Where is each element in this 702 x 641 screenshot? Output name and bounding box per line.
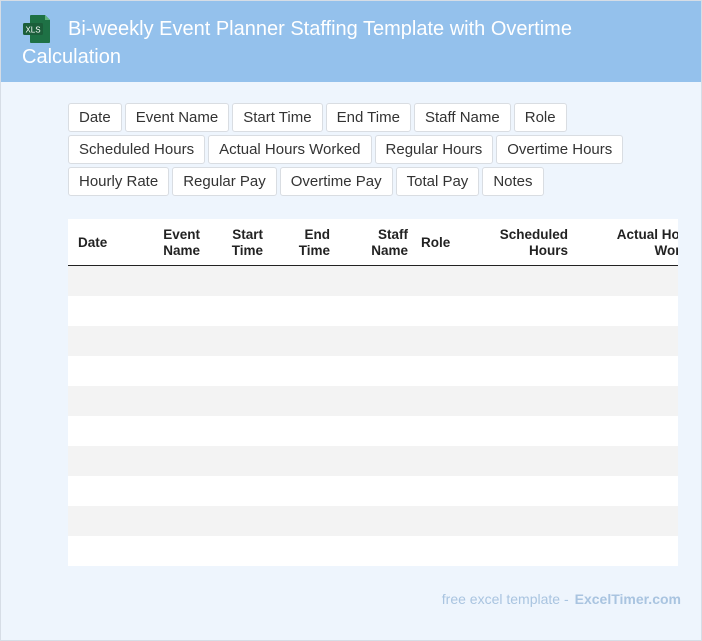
- header-end-time: End Time: [298, 226, 330, 258]
- table-row[interactable]: [68, 446, 678, 476]
- header-role: Role: [421, 234, 451, 250]
- page-title: Bi-weekly Event Planner Staffing Templat…: [22, 18, 572, 68]
- chip-event-name[interactable]: Event Name: [124, 103, 230, 132]
- table-header: Date Event Name Start Time End Time Staff Na…: [68, 219, 678, 266]
- chip-actual-hours-worked[interactable]: Actual Hours Worked: [208, 135, 372, 164]
- footer-text: free excel template -: [441, 591, 569, 607]
- table-row[interactable]: [68, 296, 678, 326]
- chip-scheduled-hours[interactable]: Scheduled Hours: [68, 135, 206, 164]
- header-scheduled-hours: Scheduled Hours: [499, 226, 568, 258]
- chip-role[interactable]: Role: [513, 103, 567, 132]
- table-row[interactable]: [68, 326, 678, 356]
- table-row[interactable]: [68, 386, 678, 416]
- table-row[interactable]: [68, 476, 678, 506]
- header-banner: XLS Bi-weekly Event Planner Staffing Tem…: [1, 1, 701, 82]
- footer-brand-link[interactable]: ExcelTimer.com: [575, 591, 681, 607]
- chip-end-time[interactable]: End Time: [325, 103, 411, 132]
- header-staff-name: Staff Name: [371, 226, 408, 258]
- footer: free excel template - ExcelTimer.com: [442, 591, 681, 607]
- table-row[interactable]: [68, 266, 678, 296]
- header-event-name: Event Name: [163, 226, 200, 258]
- chip-hourly-rate[interactable]: Hourly Rate: [68, 167, 170, 196]
- header-date: Date: [78, 234, 108, 250]
- chip-regular-hours[interactable]: Regular Hours: [374, 135, 494, 164]
- staffing-table: Date Event Name Start Time End Time Staff Na…: [68, 219, 678, 566]
- column-chips: Date Event Name Start Time End Time Staf…: [68, 103, 698, 199]
- header-start-time: Start Time: [231, 226, 263, 258]
- chip-regular-pay[interactable]: Regular Pay: [172, 167, 277, 196]
- chip-start-time[interactable]: Start Time: [232, 103, 323, 132]
- header-actual-hours-worked: Actual HouWork: [616, 226, 678, 258]
- chip-total-pay[interactable]: Total Pay: [395, 167, 480, 196]
- chip-notes[interactable]: Notes: [482, 167, 544, 196]
- chip-overtime-pay[interactable]: Overtime Pay: [279, 167, 393, 196]
- chip-date[interactable]: Date: [68, 103, 122, 132]
- table-row[interactable]: [68, 506, 678, 536]
- table-body: [68, 266, 678, 566]
- table-row[interactable]: [68, 416, 678, 446]
- table-row[interactable]: [68, 356, 678, 386]
- chip-overtime-hours[interactable]: Overtime Hours: [496, 135, 624, 164]
- table-row[interactable]: [68, 536, 678, 566]
- chip-staff-name[interactable]: Staff Name: [413, 103, 511, 132]
